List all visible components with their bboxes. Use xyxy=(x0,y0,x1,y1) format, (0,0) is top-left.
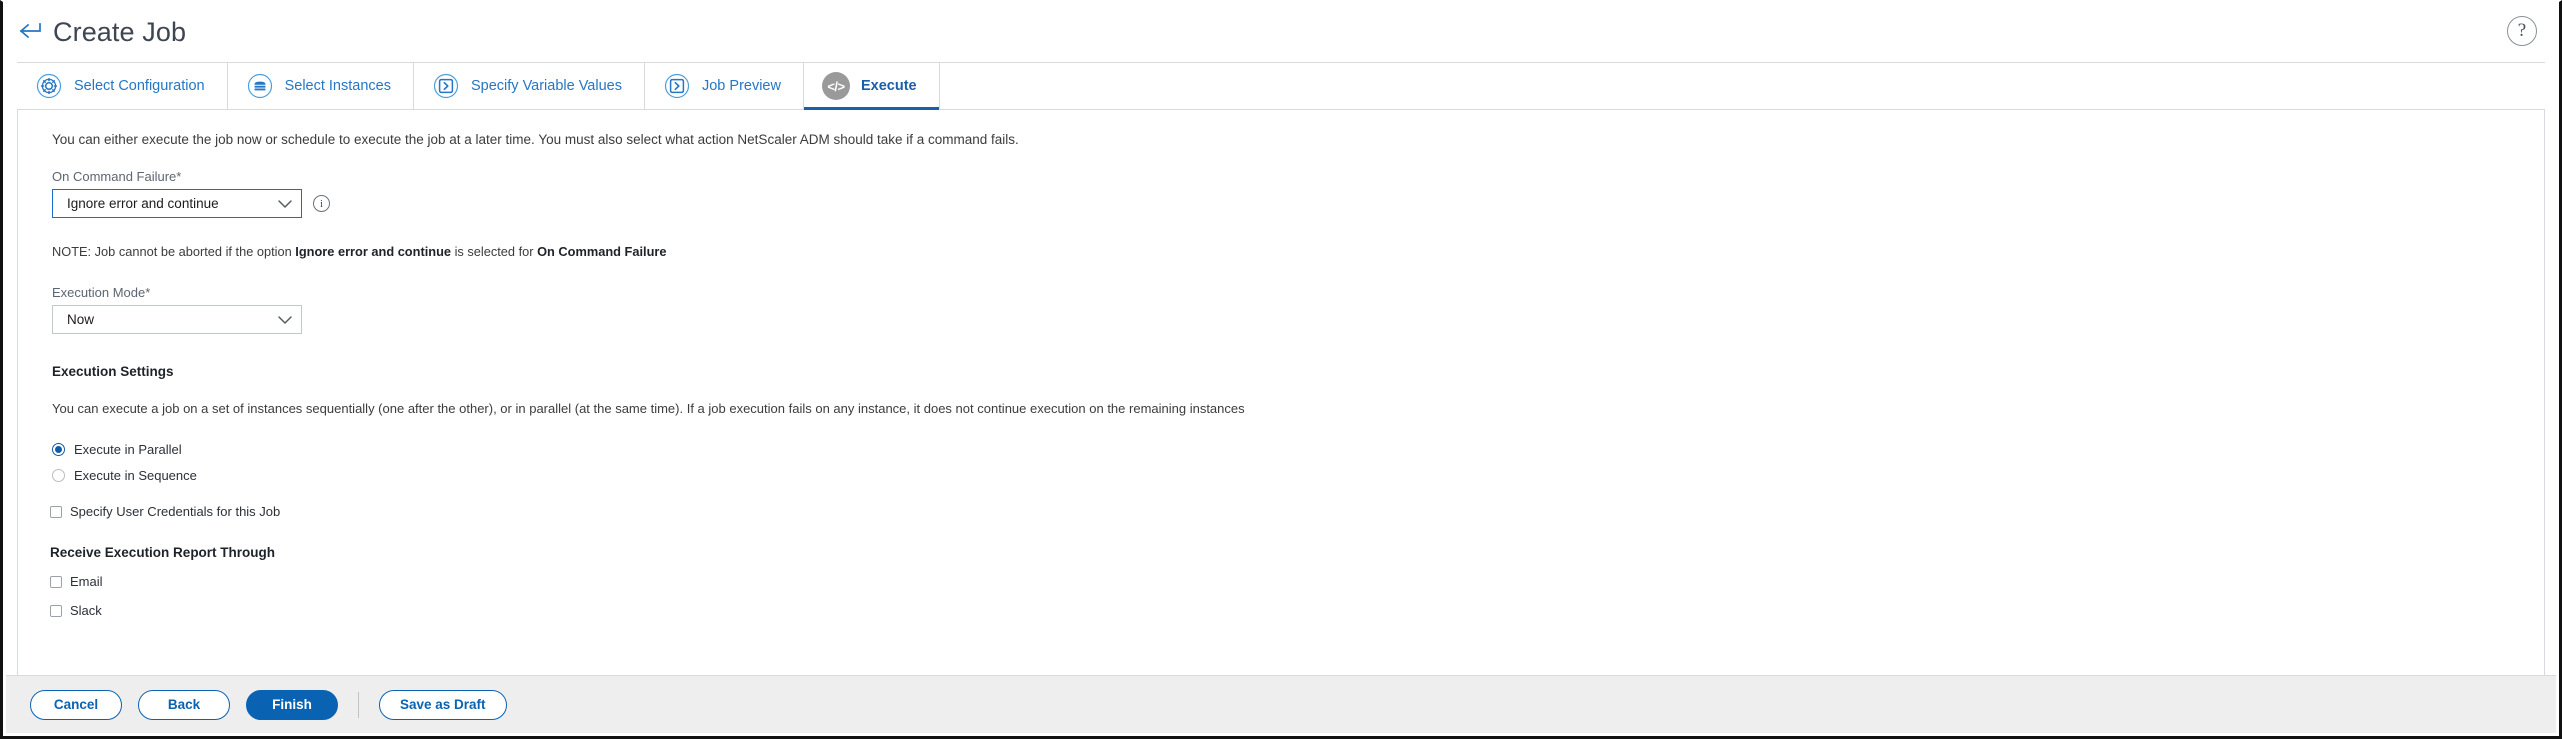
code-icon: </> xyxy=(821,72,850,100)
checkbox-specify-user-credentials[interactable]: Specify User Credentials for this Job xyxy=(50,504,2520,519)
radio-execute-in-parallel[interactable]: Execute in Parallel xyxy=(52,442,2520,457)
tab-job-preview[interactable]: Job Preview xyxy=(644,63,804,109)
tab-specify-variable-values[interactable]: Specify Variable Values xyxy=(413,63,645,109)
radio-icon xyxy=(52,443,65,456)
info-icon[interactable]: i xyxy=(313,195,330,212)
checkbox-label: Slack xyxy=(70,603,102,618)
checkbox-icon xyxy=(50,604,62,617)
execution-mode-select[interactable]: Now xyxy=(52,305,302,334)
checkbox-slack[interactable]: Slack xyxy=(50,603,2520,618)
tab-label: Specify Variable Values xyxy=(470,78,622,94)
on-command-failure-row: Ignore error and continue i xyxy=(52,189,2520,218)
execution-settings-description: You can execute a job on a set of instan… xyxy=(52,401,1245,416)
wizard-tab-strip: Select Configuration Select Instances Sp… xyxy=(17,62,2545,110)
on-command-failure-label: On Command Failure* xyxy=(52,169,182,184)
server-stack-icon xyxy=(246,72,274,100)
tab-select-instances[interactable]: Select Instances xyxy=(227,63,414,109)
back-arrow-icon[interactable] xyxy=(17,18,47,46)
create-job-page: Create Job ? Select Configuration Select… xyxy=(0,0,2562,739)
finish-button[interactable]: Finish xyxy=(246,689,338,720)
tab-execute[interactable]: </> Execute xyxy=(803,63,940,110)
tab-label: Select Configuration xyxy=(74,78,205,94)
intro-text: You can either execute the job now or sc… xyxy=(52,132,1019,147)
gear-icon xyxy=(35,72,63,100)
execution-mode-row: Now xyxy=(52,305,2520,334)
wizard-footer: Cancel Back Finish Save as Draft xyxy=(6,675,2556,733)
on-command-failure-select[interactable]: Ignore error and continue xyxy=(52,189,302,218)
receive-report-options: Email Slack xyxy=(42,574,2520,618)
note-prefix: NOTE: Job cannot be aborted if the optio… xyxy=(52,244,296,259)
chevron-down-icon xyxy=(277,315,293,325)
checkbox-icon xyxy=(50,505,62,518)
execution-mode-label: Execution Mode* xyxy=(52,285,151,300)
save-as-draft-button[interactable]: Save as Draft xyxy=(379,689,507,720)
chevron-circle-icon xyxy=(663,72,691,100)
execution-mode-value: Now xyxy=(67,312,95,327)
receive-report-title: Receive Execution Report Through xyxy=(50,545,276,560)
tab-label: Job Preview xyxy=(701,78,781,94)
checkbox-label: Specify User Credentials for this Job xyxy=(70,504,281,519)
note-bold-failure-option: Ignore error and continue xyxy=(295,244,452,259)
cancel-button[interactable]: Cancel xyxy=(30,689,122,720)
checkbox-label: Email xyxy=(70,574,103,589)
radio-label: Execute in Parallel xyxy=(74,442,182,457)
chevron-down-icon xyxy=(277,199,293,209)
execution-mode-radio-group: Execute in Parallel Execute in Sequence xyxy=(52,442,2520,483)
on-command-failure-value: Ignore error and continue xyxy=(67,196,219,211)
note-middle: is selected for xyxy=(451,244,538,259)
footer-divider xyxy=(358,691,359,718)
checkbox-icon xyxy=(50,575,62,588)
tab-label: Execute xyxy=(860,78,917,94)
radio-icon xyxy=(52,469,65,482)
radio-label: Execute in Sequence xyxy=(74,468,197,483)
page-header: Create Job ? xyxy=(3,2,2559,62)
back-button[interactable]: Back xyxy=(138,689,230,720)
note-bold-field: On Command Failure xyxy=(537,244,667,259)
help-icon[interactable]: ? xyxy=(2507,16,2537,46)
tab-label: Select Instances xyxy=(284,78,391,94)
checkbox-email[interactable]: Email xyxy=(50,574,2520,589)
note-text: NOTE: Job cannot be aborted if the optio… xyxy=(52,244,2520,259)
tab-select-configuration[interactable]: Select Configuration xyxy=(17,63,228,109)
execute-panel: You can either execute the job now or sc… xyxy=(17,110,2545,676)
chevron-circle-icon xyxy=(432,72,460,100)
execution-settings-title: Execution Settings xyxy=(52,364,174,379)
page-title: Create Job xyxy=(53,16,187,47)
radio-execute-in-sequence[interactable]: Execute in Sequence xyxy=(52,468,2520,483)
